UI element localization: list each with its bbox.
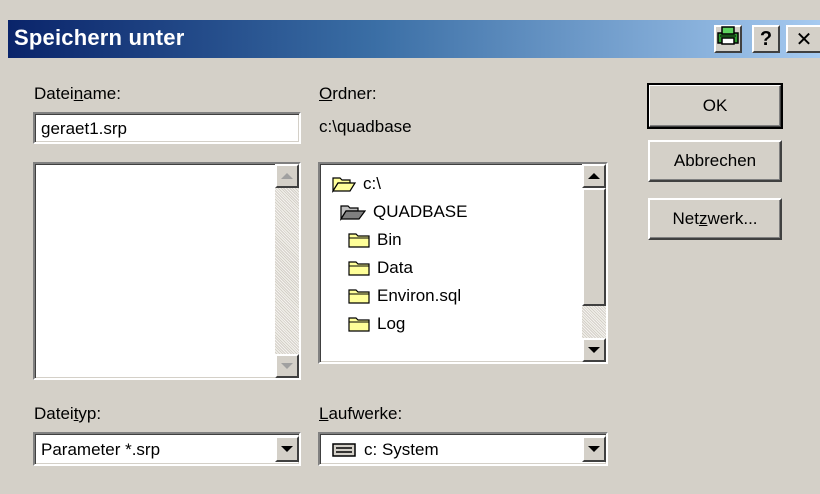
printer-icon-button[interactable] — [714, 25, 742, 53]
cancel-button-label: Abbrechen — [673, 151, 757, 170]
filetype-dropdown-button[interactable] — [275, 436, 299, 462]
tree-item-quadbase[interactable]: QUADBASE — [340, 198, 467, 226]
filename-label-accel: n — [73, 84, 84, 103]
close-icon: ✕ — [795, 28, 813, 51]
drives-select[interactable]: c: System — [318, 432, 608, 466]
folder-label: Ordner: — [319, 84, 377, 104]
filetype-value: Parameter *.srp — [41, 440, 161, 459]
chevron-down-icon — [588, 446, 600, 452]
folder-tree-scroll-thumb[interactable] — [582, 188, 606, 306]
current-folder-path: c:\quadbase — [319, 117, 412, 136]
filename-input[interactable]: geraet1.srp — [33, 112, 301, 144]
tree-item-label: c:\ — [363, 174, 381, 193]
network-button-label: werk... — [707, 209, 758, 228]
arrow-up-icon — [588, 173, 600, 179]
file-list-scroll-up[interactable] — [275, 164, 299, 188]
file-list[interactable] — [33, 162, 301, 380]
arrow-down-icon — [281, 363, 293, 369]
close-button[interactable]: ✕ — [786, 25, 820, 53]
folder-icon — [348, 289, 370, 304]
folder-icon — [348, 317, 370, 332]
filename-label-part: ame: — [83, 84, 121, 103]
folder-tree-scroll-down[interactable] — [582, 338, 606, 362]
chevron-down-icon — [281, 446, 293, 452]
folder-icon — [348, 261, 370, 276]
tree-item-label: Data — [377, 258, 413, 277]
network-button[interactable]: Net z werk... — [648, 198, 782, 240]
folder-label-accel: O — [319, 84, 333, 103]
filename-label: Dateiname: — [34, 84, 121, 104]
folder-label-part: rdner: — [332, 84, 377, 103]
help-icon: ? — [759, 27, 773, 50]
folder-icon — [348, 233, 370, 248]
file-list-scroll-down[interactable] — [275, 354, 299, 378]
title-bar[interactable]: Speichern unter ? ✕ — [8, 20, 820, 58]
filetype-label-part: yp: — [78, 404, 102, 423]
ok-button-label: OK — [702, 96, 728, 115]
drives-dropdown-button[interactable] — [582, 436, 606, 462]
tree-item-label: Environ.sql — [377, 286, 462, 305]
filename-value: geraet1.srp — [41, 119, 127, 138]
drives-label: Laufwerke: — [319, 404, 402, 424]
filetype-label: Dateityp: — [34, 404, 101, 424]
open-folder-icon — [332, 177, 356, 193]
help-button[interactable]: ? — [752, 25, 780, 53]
folder-tree-scroll-up[interactable] — [582, 164, 606, 188]
drives-value: c: System — [364, 440, 439, 459]
printer-icon — [717, 26, 739, 52]
arrow-down-icon — [588, 347, 600, 353]
tree-item-environ[interactable]: Environ.sql — [348, 282, 461, 310]
tree-item-label: QUADBASE — [373, 202, 468, 221]
tree-item-root[interactable]: c:\ — [332, 170, 381, 198]
ok-button[interactable]: OK — [647, 83, 783, 129]
tree-item-bin[interactable]: Bin — [348, 226, 402, 254]
tree-item-label: Bin — [377, 230, 402, 249]
drive-icon — [332, 443, 356, 457]
dialog-title: Speichern unter — [14, 25, 185, 50]
arrow-up-icon — [281, 173, 293, 179]
file-list-scrollbar[interactable] — [275, 164, 299, 378]
tree-item-log[interactable]: Log — [348, 310, 405, 338]
filetype-select[interactable]: Parameter *.srp — [33, 432, 301, 466]
cancel-button[interactable]: Abbrechen — [648, 140, 782, 182]
open-folder-icon — [340, 205, 366, 221]
drives-label-part: aufwerke: — [328, 404, 403, 423]
filetype-label-part: Datei — [34, 404, 74, 423]
tree-item-label: Log — [377, 314, 406, 333]
filename-label-part: Datei — [34, 84, 74, 103]
tree-item-data[interactable]: Data — [348, 254, 413, 282]
network-button-label: Net — [672, 209, 699, 228]
folder-tree[interactable]: c:\ QUADBASE Bin Data Environ.sql Log — [318, 162, 608, 364]
